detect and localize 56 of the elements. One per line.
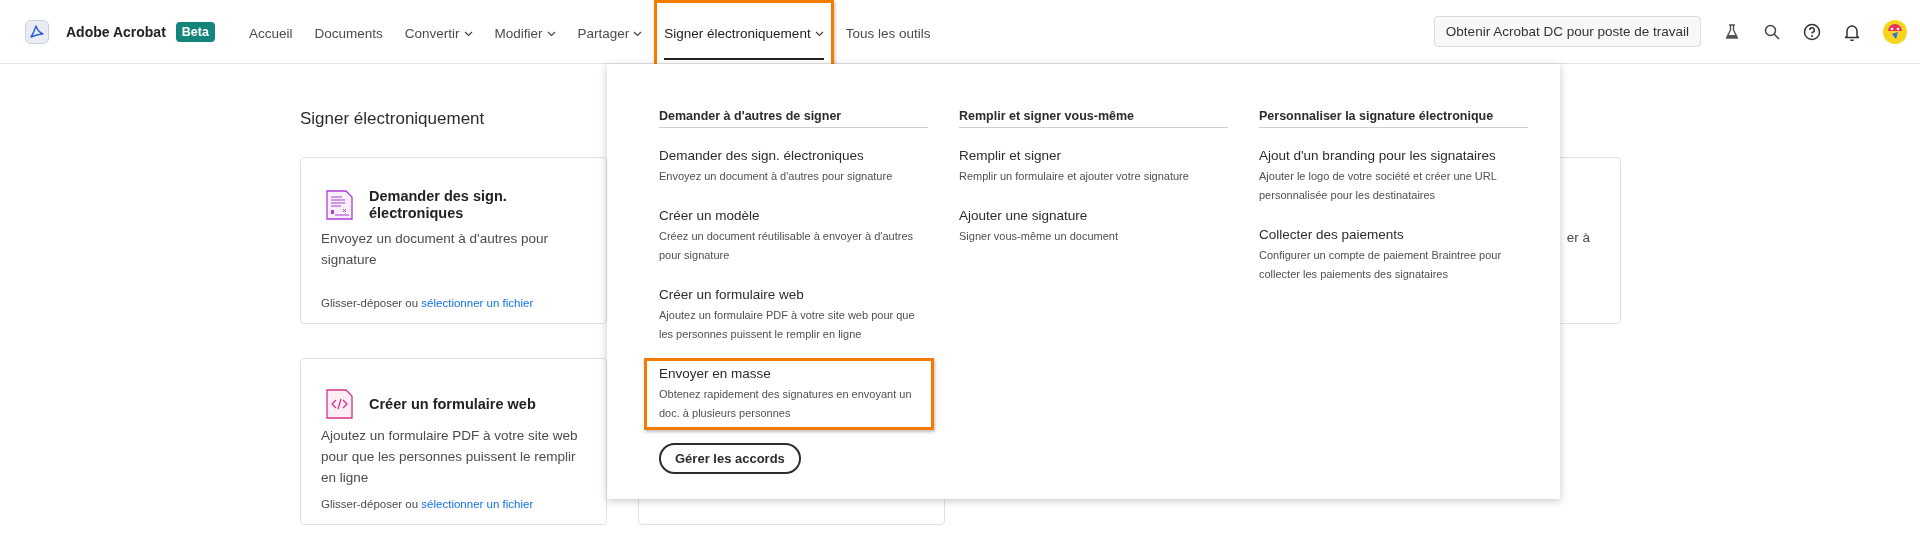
tool-card[interactable]: Demander des sign. électroniques Envoyez un document à d'autres pour signature Glisser-déposer ou sélectionner un fichier (300, 157, 607, 324)
card-description: Envoyez un document à d'autres pour signature (321, 230, 549, 269)
card-title: Créer un formulaire web (369, 395, 536, 413)
file-link[interactable]: sélectionner un fichier (421, 498, 534, 510)
menu-item[interactable]: Envoyer en masse Obtenez rapidement des signatures en envoyant un doc. à plusieurs personnes (644, 358, 934, 430)
card-description: Ajoutez un formulaire PDF à votre site web pour que les personnes puissent le remplir en ligne (321, 427, 579, 487)
flask-icon[interactable] (1723, 22, 1741, 41)
card-description: er à (1566, 229, 1590, 247)
tool-card[interactable]: Créer un formulaire web Ajoutez un formulaire PDF à votre site web pour que les personnes puissent le remplir en ligne Glisser-déposer ou sélectionner un fichier (300, 358, 607, 525)
menu-item-title: Remplir et signer (959, 147, 1063, 165)
menu-item-description: Obtenez rapidement des signatures en envoyant un doc. à plusieurs personnes (659, 387, 913, 421)
nav-tab[interactable]: Accueil (238, 0, 303, 68)
menu-item-description: Configurer un compte de paiement Braintree pour collecter les paiements des signataires (1259, 248, 1503, 282)
avatar-icon[interactable] (1883, 19, 1907, 44)
code-file-icon (326, 389, 353, 419)
file-link[interactable]: sélectionner un fichier (421, 297, 534, 309)
menu-item-description: Signer vous-même un document (959, 229, 1119, 244)
nav-tab[interactable]: Tous les outils (835, 0, 941, 68)
card-title: Demander des sign. électroniques (369, 188, 508, 222)
menu-item[interactable]: Créer un formulaire web Ajoutez un formulaire PDF à votre site web pour que les personnes puissent le remplir en ligne (644, 279, 934, 351)
manage-agreements-button[interactable]: Gérer les accords (659, 443, 801, 474)
beta-badge: Beta (175, 21, 215, 42)
desktop-app-button[interactable]: Obtenir Acrobat DC pour poste de travail (1433, 16, 1701, 47)
menu-item-description: Ajoutez un formulaire PDF à votre site web pour que les personnes puissent le remplir en ligne (659, 308, 916, 342)
menu-heading: Personnaliser la signature électronique (1259, 109, 1528, 128)
menu-item-description: Créez un document réutilisable à envoyer à d'autres pour signature (659, 229, 915, 263)
drop-hint: Glisser-déposer ou (321, 498, 420, 510)
menu-item[interactable]: Demander des sign. électroniques Envoyez un document à d'autres pour signature (644, 140, 934, 193)
menu-item-title: Ajouter une signature (959, 207, 1089, 225)
menu-item[interactable]: Collecter des paiements Configurer un compte de paiement Braintree pour collecter les paiements des signataires (1244, 219, 1534, 291)
menu-item-title: Collecter des paiements (1259, 226, 1405, 244)
bell-icon[interactable] (1843, 22, 1861, 41)
page-title: Signer électroniquement (300, 109, 485, 129)
menu-heading: Demander à d'autres de signer (659, 109, 928, 128)
help-icon[interactable] (1803, 22, 1821, 41)
search-icon[interactable] (1763, 22, 1781, 41)
nav-tab[interactable]: Modifier (484, 0, 566, 68)
drop-hint: Glisser-déposer ou (321, 297, 420, 309)
menu-item-title: Demander des sign. électroniques (659, 147, 865, 165)
menu-item[interactable]: Ajouter une signature Signer vous-même un document (944, 200, 1234, 253)
menu-item-description: Remplir un formulaire et ajouter votre signature (959, 169, 1190, 184)
menu-item[interactable]: Ajout d'un branding pour les signataires Ajouter le logo de votre société et créer une URL personnalisée pour les destinataires (1244, 140, 1534, 212)
menu-item[interactable]: Remplir et signer Remplir un formulaire et ajouter votre signature (944, 140, 1234, 193)
menu-item-title: Créer un modèle (659, 207, 761, 225)
app-name: Adobe Acrobat (66, 23, 166, 40)
signature-file-icon (326, 190, 353, 220)
nav-tab[interactable]: Convertir (394, 0, 483, 68)
nav-tab[interactable]: Documents (304, 0, 393, 68)
menu-item-description: Envoyez un document à d'autres pour signature (659, 169, 894, 184)
menu-item-title: Envoyer en masse (659, 365, 772, 383)
menu-item-title: Ajout d'un branding pour les signataires (1259, 147, 1497, 165)
menu-heading: Remplir et signer vous-même (959, 109, 1228, 128)
menu-item[interactable]: Créer un modèle Créez un document réutilisable à envoyer à d'autres pour signature (644, 200, 934, 272)
menu-item-title: Créer un formulaire web (659, 286, 805, 304)
acrobat-logo-icon (25, 19, 49, 44)
menu-item-description: Ajouter le logo de votre société et créer une URL personnalisée pour les destinataires (1259, 169, 1498, 203)
